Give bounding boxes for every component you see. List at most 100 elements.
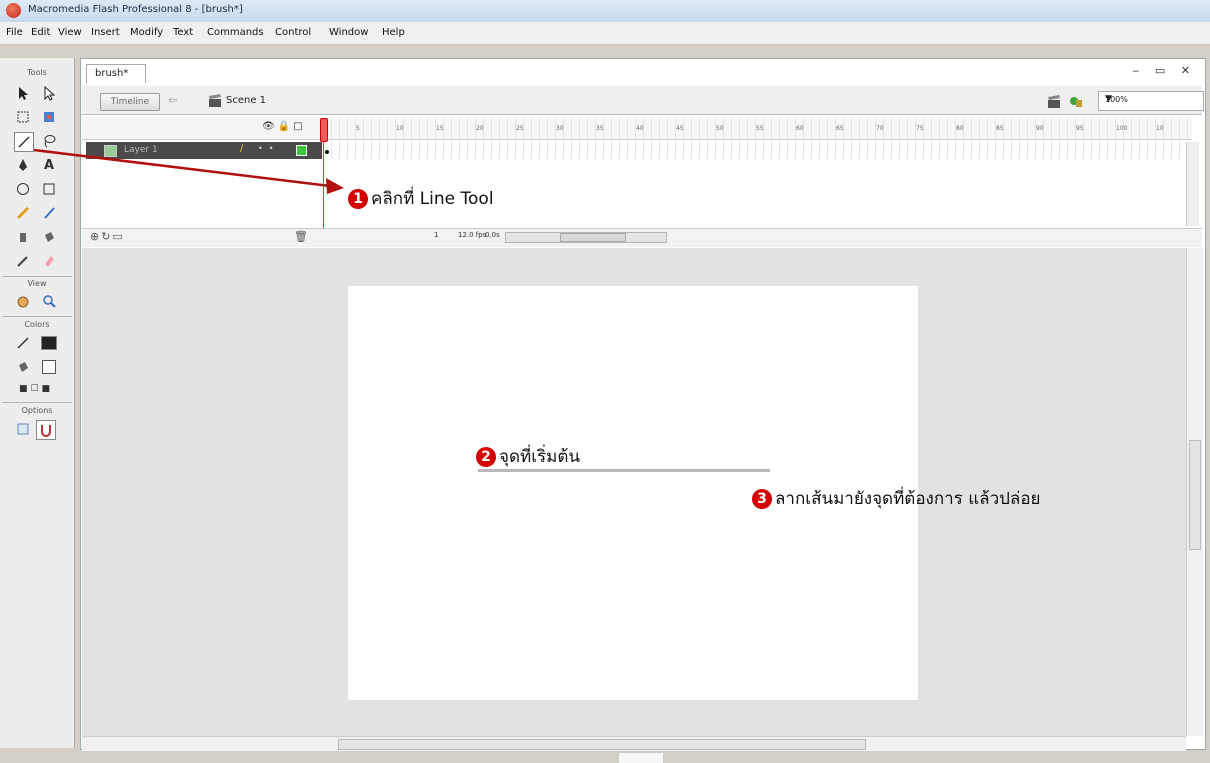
- step-2-callout: 2 จุดที่เริ่มต้น: [476, 443, 580, 470]
- free-transform-tool-icon[interactable]: [14, 108, 32, 126]
- step-3-text: ลากเส้นมายังจุดที่ต้องการ แล้วปล่อย: [775, 489, 1041, 509]
- frame-number: 90: [1036, 125, 1044, 132]
- frame-number: 10: [396, 125, 404, 132]
- timeline-toggle-button[interactable]: Timeline: [100, 93, 160, 111]
- tools-heading: Tools: [27, 68, 47, 77]
- keyframe-dot[interactable]: [325, 150, 329, 154]
- layer-visibility-lock-outline-icons[interactable]: 👁🔒□: [262, 121, 306, 132]
- ink-bottle-tool-icon[interactable]: [14, 228, 32, 246]
- menu-view[interactable]: View: [58, 27, 82, 38]
- edit-symbol-icon[interactable]: [1068, 93, 1084, 109]
- tools-panel: Tools A View Colors ■☐■ Options: [0, 58, 75, 748]
- current-frame-field: 1: [434, 231, 439, 239]
- chevron-down-icon: ▼: [1105, 94, 1112, 104]
- frame-number: 55: [756, 125, 764, 132]
- frame-number: 30: [556, 125, 564, 132]
- frame-number: 20: [476, 125, 484, 132]
- eyedropper-tool-icon[interactable]: [14, 252, 32, 270]
- document-tab-label: brush*: [95, 68, 129, 79]
- vertical-scroll-thumb[interactable]: [1189, 440, 1201, 550]
- zoom-select[interactable]: 100% ▼: [1098, 91, 1204, 111]
- tools-divider: [2, 316, 72, 317]
- pencil-icon: /: [240, 143, 244, 154]
- rectangle-tool-icon[interactable]: [40, 180, 58, 198]
- flash-app-icon: [6, 3, 21, 18]
- lasso-tool-icon[interactable]: [40, 132, 58, 150]
- options-heading: Options: [21, 406, 53, 415]
- frame-rate-field[interactable]: 12.0 fps: [458, 231, 486, 239]
- panel-collapse-grip[interactable]: [618, 752, 664, 763]
- fill-transform-tool-icon[interactable]: [40, 108, 58, 126]
- brush-tool-icon[interactable]: [40, 204, 58, 222]
- document-tab[interactable]: brush*: [86, 64, 146, 83]
- elapsed-time-field: 0.0s: [485, 231, 500, 239]
- paint-bucket-tool-icon[interactable]: [40, 228, 58, 246]
- layer-row[interactable]: [86, 142, 322, 159]
- pen-tool-icon[interactable]: [14, 156, 32, 174]
- hand-tool-icon[interactable]: [14, 292, 32, 310]
- text-tool-icon[interactable]: A: [40, 156, 58, 174]
- fill-color-icon[interactable]: [14, 358, 32, 376]
- color-swap-icons[interactable]: ■☐■: [8, 380, 64, 398]
- timeline-scroll-thumb[interactable]: [560, 233, 626, 242]
- frame-number: 50: [716, 125, 724, 132]
- frame-number: 60: [796, 125, 804, 132]
- layer-icon: [104, 145, 117, 157]
- menu-help[interactable]: Help: [382, 27, 405, 38]
- step-3-callout: 3 ลากเส้นมายังจุดที่ต้องการ แล้วปล่อย: [752, 485, 1041, 512]
- colors-heading: Colors: [24, 320, 50, 329]
- menu-file[interactable]: File: [6, 27, 23, 38]
- frame-number: 5: [356, 125, 360, 132]
- menu-insert[interactable]: Insert: [91, 27, 120, 38]
- selection-tool-icon[interactable]: [14, 84, 32, 102]
- frame-ruler[interactable]: 5 10 15 20 25 30 35 40 45 50 55 60 65 70…: [324, 117, 1192, 140]
- add-layer-folder-icons[interactable]: ⊕↻▭: [90, 230, 125, 243]
- frame-number: 45: [676, 125, 684, 132]
- window-title: Macromedia Flash Professional 8 - [brush…: [28, 4, 243, 15]
- window-controls[interactable]: ‒ ▭ ✕: [1132, 64, 1196, 77]
- stroke-color-swatch[interactable]: [40, 334, 58, 352]
- menu-edit[interactable]: Edit: [31, 27, 50, 38]
- zoom-tool-icon[interactable]: [40, 292, 58, 310]
- menu-control[interactable]: Control: [275, 27, 311, 38]
- frame-number: 85: [996, 125, 1004, 132]
- edit-scene-icon[interactable]: [1046, 93, 1062, 109]
- stroke-color-icon[interactable]: [14, 334, 32, 352]
- layer-frames[interactable]: [324, 142, 1192, 159]
- frame-number: 35: [596, 125, 604, 132]
- frame-number: 25: [516, 125, 524, 132]
- line-tool-icon[interactable]: [14, 132, 34, 152]
- frame-number: 75: [916, 125, 924, 132]
- menu-bar: File Edit View Insert Modify Text Comman…: [0, 22, 1210, 45]
- frame-number: 65: [836, 125, 844, 132]
- snap-to-objects-icon[interactable]: [36, 420, 56, 440]
- step-2-text: จุดที่เริ่มต้น: [499, 447, 581, 467]
- tools-divider: [2, 402, 72, 403]
- scene-breadcrumb[interactable]: Scene 1: [226, 95, 266, 106]
- frame-number: 70: [876, 125, 884, 132]
- menu-commands[interactable]: Commands: [207, 27, 264, 38]
- pencil-tool-icon[interactable]: [14, 204, 32, 222]
- subselection-tool-icon[interactable]: [40, 84, 58, 102]
- menu-text[interactable]: Text: [173, 27, 193, 38]
- oval-tool-icon[interactable]: [14, 180, 32, 198]
- trash-icon[interactable]: 🗑: [294, 230, 308, 243]
- frame-number: 40: [636, 125, 644, 132]
- horizontal-scroll-thumb[interactable]: [338, 739, 866, 750]
- back-arrow-icon[interactable]: ⇐: [168, 93, 178, 107]
- tools-divider: [2, 276, 72, 277]
- eraser-tool-icon[interactable]: [40, 252, 58, 270]
- step-1-callout: 1 คลิกที่ Line Tool: [348, 185, 494, 212]
- layer-state-dots[interactable]: ••: [258, 144, 279, 153]
- timeline-vertical-scrollbar[interactable]: [1186, 142, 1199, 226]
- step-number-badge: 1: [348, 189, 368, 209]
- layer-outline-color-box[interactable]: [296, 145, 307, 156]
- fill-color-swatch[interactable]: [40, 358, 58, 376]
- frame-number: 100: [1116, 125, 1128, 132]
- layer-name[interactable]: Layer 1: [124, 145, 158, 155]
- object-drawing-icon[interactable]: [14, 420, 32, 438]
- menu-modify[interactable]: Modify: [130, 27, 163, 38]
- menu-window[interactable]: Window: [329, 27, 368, 38]
- playhead[interactable]: [320, 118, 328, 142]
- frame-number: 10: [1156, 125, 1164, 132]
